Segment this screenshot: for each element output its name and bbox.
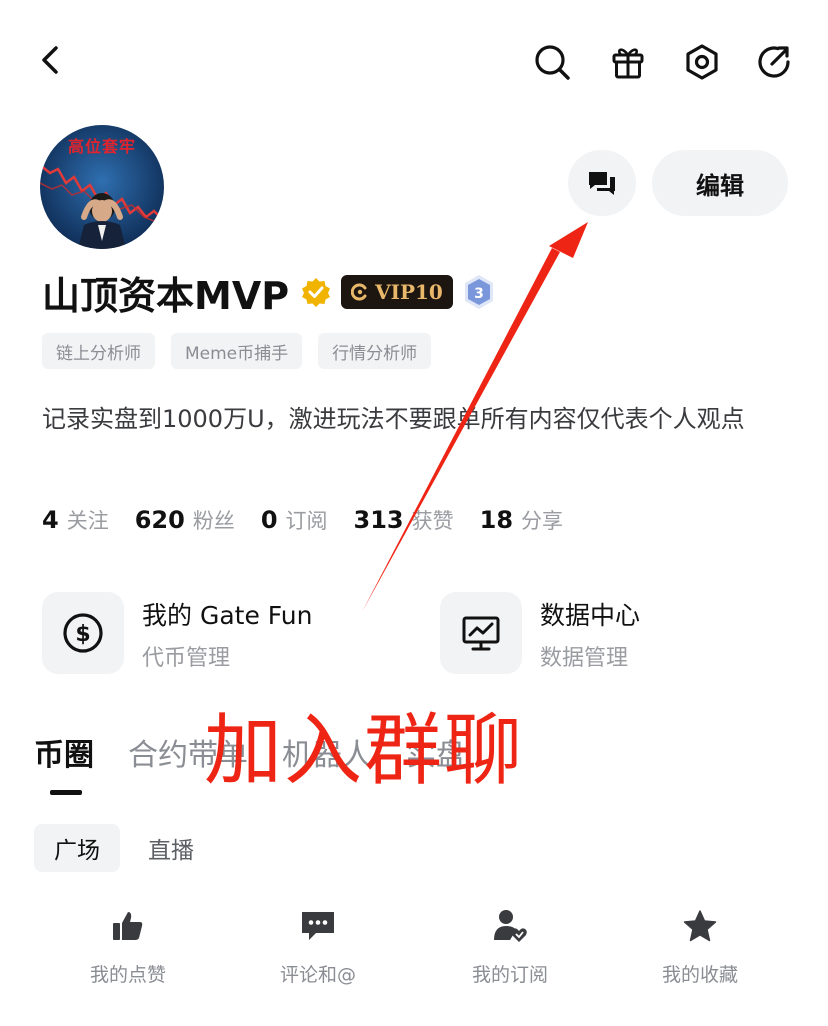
tag-item: 行情分析师 [318, 333, 432, 369]
avatar[interactable]: 高位套牢 [40, 125, 164, 249]
search-button[interactable] [530, 40, 574, 84]
bio: 记录实盘到1000万U，激进玩法不要跟单所有内容仅代表个人观点 [42, 405, 745, 433]
settings-button[interactable] [680, 40, 724, 84]
group-chat-button[interactable] [568, 150, 636, 216]
level-badge-icon: 3 [464, 275, 493, 309]
subtab-square[interactable]: 广场 [34, 824, 120, 872]
tab-indicator [50, 790, 82, 795]
tag-item: 链上分析师 [42, 333, 155, 369]
subtab-live[interactable]: 直播 [128, 824, 214, 872]
comments-mentions-button[interactable]: 评论和@ [238, 906, 398, 987]
thumbs-up-icon [108, 906, 148, 946]
monitor-chart-icon [462, 616, 500, 651]
vip-coin-icon [351, 283, 367, 301]
sub-tabs: 广场 直播 [34, 824, 214, 872]
username: 山顶资本MVP [42, 273, 290, 318]
vip-badge: VIP10 [341, 275, 453, 309]
verified-icon [302, 278, 331, 307]
back-icon [42, 46, 58, 74]
comment-icon [298, 906, 338, 946]
my-favorites-label: 我的收藏 [661, 964, 738, 986]
my-subscriptions-button[interactable]: 我的订阅 [430, 906, 590, 987]
settings-icon [686, 44, 718, 80]
stat-followers[interactable]: 620 粉丝 [135, 505, 235, 535]
my-favorites-button[interactable]: 我的收藏 [620, 906, 780, 987]
dollar-coin-icon: $ [63, 613, 103, 653]
gatefun-card[interactable]: $ [42, 592, 124, 674]
tag-list: 链上分析师 Meme币捕手 行情分析师 [42, 333, 432, 369]
my-subscriptions-label: 我的订阅 [471, 964, 548, 986]
tag-item: Meme币捕手 [171, 333, 303, 369]
stat-shares[interactable]: 18 分享 [480, 505, 563, 535]
data-center-subtitle: 数据管理 [540, 646, 629, 671]
stats-row: 4 关注 620 粉丝 0 订阅 313 获赞 18 分享 [42, 505, 589, 535]
gift-button[interactable] [606, 40, 650, 84]
gift-icon [612, 48, 644, 79]
vip-label: VIP10 [375, 280, 443, 304]
svg-text:$: $ [75, 622, 90, 647]
data-center-card[interactable] [440, 592, 522, 674]
share-icon [758, 46, 790, 78]
gatefun-subtitle: 代币管理 [142, 646, 231, 671]
stat-likes[interactable]: 313 获赞 [354, 505, 454, 535]
edit-button[interactable]: 编辑 [652, 150, 788, 216]
gatefun-title[interactable]: 我的 Gate Fun [142, 596, 312, 632]
star-icon [680, 906, 720, 946]
share-button[interactable] [752, 40, 796, 84]
stat-following[interactable]: 4 关注 [42, 505, 109, 535]
avatar-caption: 高位套牢 [67, 137, 136, 156]
stat-subscriptions[interactable]: 0 订阅 [261, 505, 328, 535]
subscribe-icon [490, 906, 530, 946]
tab-crypto[interactable]: 币圈 [34, 730, 94, 774]
comments-mentions-label: 评论和@ [279, 964, 356, 986]
my-likes-label: 我的点赞 [89, 964, 166, 986]
name-row: 山顶资本MVP VIP10 3 [42, 262, 495, 322]
chat-icon [589, 172, 615, 195]
annotation-text: 加入群聊 [204, 706, 525, 796]
my-likes-button[interactable]: 我的点赞 [48, 906, 208, 987]
back-button[interactable] [30, 40, 70, 80]
data-center-title[interactable]: 数据中心 [540, 596, 640, 632]
search-icon [535, 45, 570, 80]
level-number: 3 [474, 286, 484, 302]
